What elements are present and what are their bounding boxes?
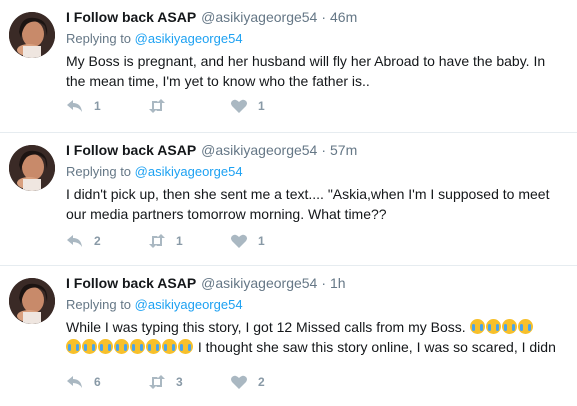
like-button[interactable]: 2 [230, 374, 312, 390]
heart-icon [231, 375, 247, 389]
reply-count: 2 [94, 234, 101, 248]
loudly-crying-face-icon [501, 319, 517, 334]
tweet[interactable]: I Follow back ASAP @asikiyageorge54 · 46… [0, 0, 577, 133]
avatar-image [9, 12, 55, 58]
retweet-button[interactable] [148, 98, 230, 114]
loudly-crying-face-icon [178, 339, 193, 354]
like-count: 1 [258, 234, 265, 248]
reply-button[interactable]: 1 [66, 98, 148, 114]
like-count: 2 [258, 375, 265, 389]
timestamp[interactable]: 1h [330, 274, 346, 292]
loudly-crying-face-icon [469, 319, 485, 334]
loudly-crying-face-icon [114, 339, 129, 354]
replying-to: Replying to @asikiyageorge54 [66, 30, 567, 47]
tweet-text: While I was typing this story, I got 12 … [66, 317, 567, 357]
like-count: 1 [258, 99, 265, 113]
replying-to-handle[interactable]: @asikiyageorge54 [135, 297, 243, 312]
loudly-crying-face-icon [485, 319, 501, 334]
replying-to-handle[interactable]: @asikiyageorge54 [135, 31, 243, 46]
avatar-image [9, 145, 55, 191]
reply-button[interactable]: 2 [66, 233, 148, 249]
avatar[interactable] [9, 12, 55, 58]
retweet-count: 3 [176, 375, 183, 389]
avatar-image [9, 278, 55, 324]
timestamp[interactable]: 46m [330, 8, 357, 26]
heart-icon [231, 234, 247, 248]
retweet-button[interactable]: 3 [148, 374, 230, 390]
reply-arrow-icon [67, 100, 82, 112]
like-button[interactable]: 1 [230, 98, 312, 114]
replying-to-label: Replying to [66, 31, 132, 46]
loudly-crying-face-icon [66, 339, 81, 354]
emoji-row-2 [66, 339, 194, 355]
loudly-crying-face-icon [517, 319, 533, 334]
display-name[interactable]: I Follow back ASAP [66, 141, 196, 159]
tweet-header: I Follow back ASAP @asikiyageorge54 · 46… [66, 8, 567, 26]
reply-arrow-icon [67, 376, 82, 388]
timestamp[interactable]: 57m [330, 141, 357, 159]
retweet-icon [149, 99, 165, 113]
loudly-crying-face-icon [130, 339, 145, 354]
reply-count: 6 [94, 375, 101, 389]
reply-arrow-icon [67, 235, 82, 247]
user-handle[interactable]: @asikiyageorge54 [201, 141, 317, 159]
tweet-text-start: While I was typing this story, I got 12 … [66, 319, 466, 335]
tweet[interactable]: I Follow back ASAP @asikiyageorge54 · 1h… [0, 266, 577, 406]
replying-to-label: Replying to [66, 297, 132, 312]
display-name[interactable]: I Follow back ASAP [66, 274, 196, 292]
tweet-text: I didn't pick up, then she sent me a tex… [66, 186, 550, 222]
avatar[interactable] [9, 145, 55, 191]
loudly-crying-face-icon [162, 339, 177, 354]
replying-to: Replying to @asikiyageorge54 [66, 296, 567, 313]
tweet-actions: 2 1 1 [66, 233, 312, 249]
retweet-icon [149, 234, 165, 248]
retweet-icon [149, 375, 165, 389]
retweet-button[interactable]: 1 [148, 233, 230, 249]
loudly-crying-face-icon [146, 339, 161, 354]
reply-button[interactable]: 6 [66, 374, 148, 390]
tweet[interactable]: I Follow back ASAP @asikiyageorge54 · 57… [0, 133, 577, 266]
separator-dot: · [321, 9, 327, 25]
tweet-actions: 1 1 [66, 98, 312, 114]
replying-to-handle[interactable]: @asikiyageorge54 [135, 164, 243, 179]
tweet-text-end: I thought she saw this story online, I w… [197, 339, 556, 355]
heart-icon [231, 99, 247, 113]
reply-count: 1 [94, 99, 101, 113]
avatar[interactable] [9, 278, 55, 324]
replying-to-label: Replying to [66, 164, 132, 179]
like-button[interactable]: 1 [230, 233, 312, 249]
tweet-header: I Follow back ASAP @asikiyageorge54 · 57… [66, 141, 567, 159]
tweet-text: My Boss is pregnant, and her husband wil… [66, 53, 546, 89]
user-handle[interactable]: @asikiyageorge54 [201, 274, 317, 292]
emoji-row-1 [469, 319, 534, 335]
retweet-count: 1 [176, 234, 183, 248]
tweet-actions: 6 3 2 [66, 374, 312, 390]
replying-to: Replying to @asikiyageorge54 [66, 163, 567, 180]
loudly-crying-face-icon [98, 339, 113, 354]
tweet-header: I Follow back ASAP @asikiyageorge54 · 1h [66, 274, 567, 292]
display-name[interactable]: I Follow back ASAP [66, 8, 196, 26]
loudly-crying-face-icon [82, 339, 97, 354]
timeline: I Follow back ASAP @asikiyageorge54 · 46… [0, 0, 577, 406]
user-handle[interactable]: @asikiyageorge54 [201, 8, 317, 26]
separator-dot: · [321, 275, 327, 291]
separator-dot: · [321, 142, 327, 158]
